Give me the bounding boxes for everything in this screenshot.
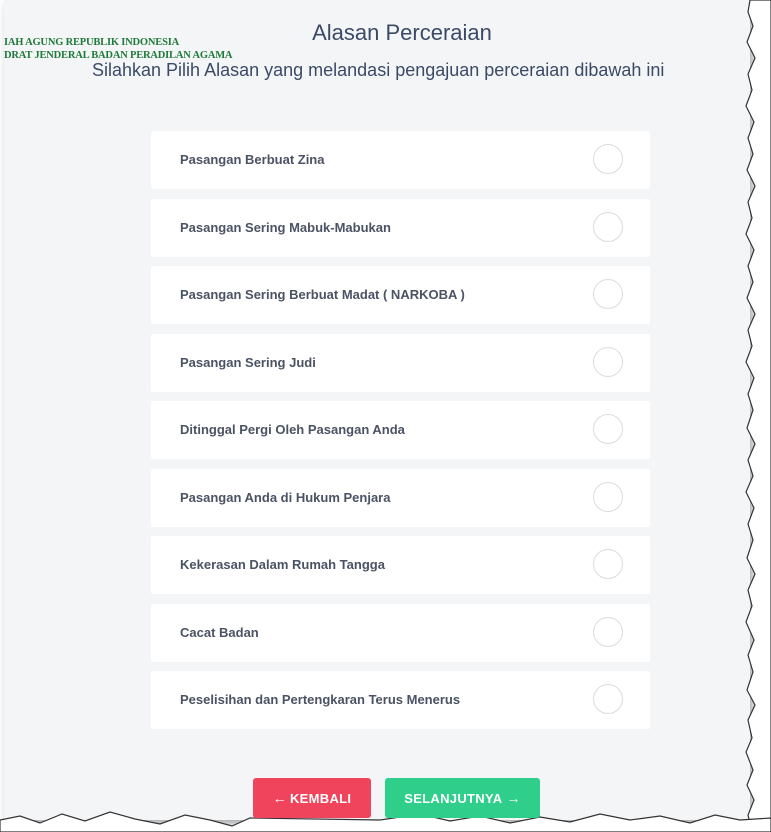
option-item-zina[interactable]: Pasangan Berbuat Zina (151, 131, 650, 189)
radio-button[interactable] (593, 211, 623, 242)
form-panel: IAH AGUNG REPUBLIK INDONESIA DRAT JENDER… (4, 0, 750, 820)
radio-button[interactable] (593, 481, 623, 512)
option-label: Kekerasan Dalam Rumah Tangga (180, 557, 385, 572)
back-button-label: KEMBALI (289, 790, 352, 806)
torn-edge-right (745, 0, 771, 832)
option-label: Cacat Badan (180, 624, 259, 640)
reason-options-list: Pasangan Berbuat Zina Pasangan Sering Ma… (151, 131, 650, 739)
option-item-kdrt[interactable]: Kekerasan Dalam Rumah Tangga (151, 536, 650, 594)
radio-button[interactable] (593, 279, 623, 309)
option-item-mabuk[interactable]: Pasangan Sering Mabuk-Mabukan (151, 198, 650, 257)
option-item-narkoba[interactable]: Pasangan Sering Berbuat Madat ( NARKOBA … (151, 266, 650, 324)
radio-button[interactable] (593, 414, 623, 444)
next-button-label: SELANJUTNYA (404, 790, 503, 806)
option-item-penjara[interactable]: Pasangan Anda di Hukum Penjara (151, 468, 650, 527)
back-button[interactable]: ← KEMBALI (253, 778, 371, 818)
option-label: Pasangan Anda di Hukum Penjara (180, 489, 391, 505)
radio-button[interactable] (593, 684, 623, 714)
option-label: Ditinggal Pergi Oleh Pasangan Anda (180, 422, 405, 437)
option-label: Peselisihan dan Pertengkaran Terus Mener… (180, 692, 461, 707)
option-item-judi[interactable]: Pasangan Sering Judi (151, 333, 650, 392)
page-subtitle: Silahkan Pilih Alasan yang melandasi pen… (92, 60, 665, 80)
option-item-ditinggal[interactable]: Ditinggal Pergi Oleh Pasangan Anda (151, 401, 650, 459)
option-label: Pasangan Sering Judi (180, 354, 316, 370)
radio-button[interactable] (593, 616, 623, 647)
next-button[interactable]: SELANJUTNYA → (385, 778, 540, 818)
option-item-perselisihan[interactable]: Peselisihan dan Pertengkaran Terus Mener… (151, 671, 650, 729)
arrow-right-icon: → (506, 790, 521, 806)
radio-button[interactable] (593, 144, 623, 174)
option-label: Pasangan Sering Berbuat Madat ( NARKOBA … (180, 287, 465, 302)
screenshot-frame: IAH AGUNG REPUBLIK INDONESIA DRAT JENDER… (0, 0, 771, 832)
option-label: Pasangan Berbuat Zina (180, 152, 325, 167)
arrow-left-icon: ← (272, 790, 287, 806)
radio-button[interactable] (593, 346, 623, 377)
option-label: Pasangan Sering Mabuk-Mabukan (180, 219, 391, 235)
page-title: Alasan Perceraian (312, 20, 492, 45)
radio-button[interactable] (593, 549, 623, 579)
option-item-cacat[interactable]: Cacat Badan (151, 603, 650, 662)
